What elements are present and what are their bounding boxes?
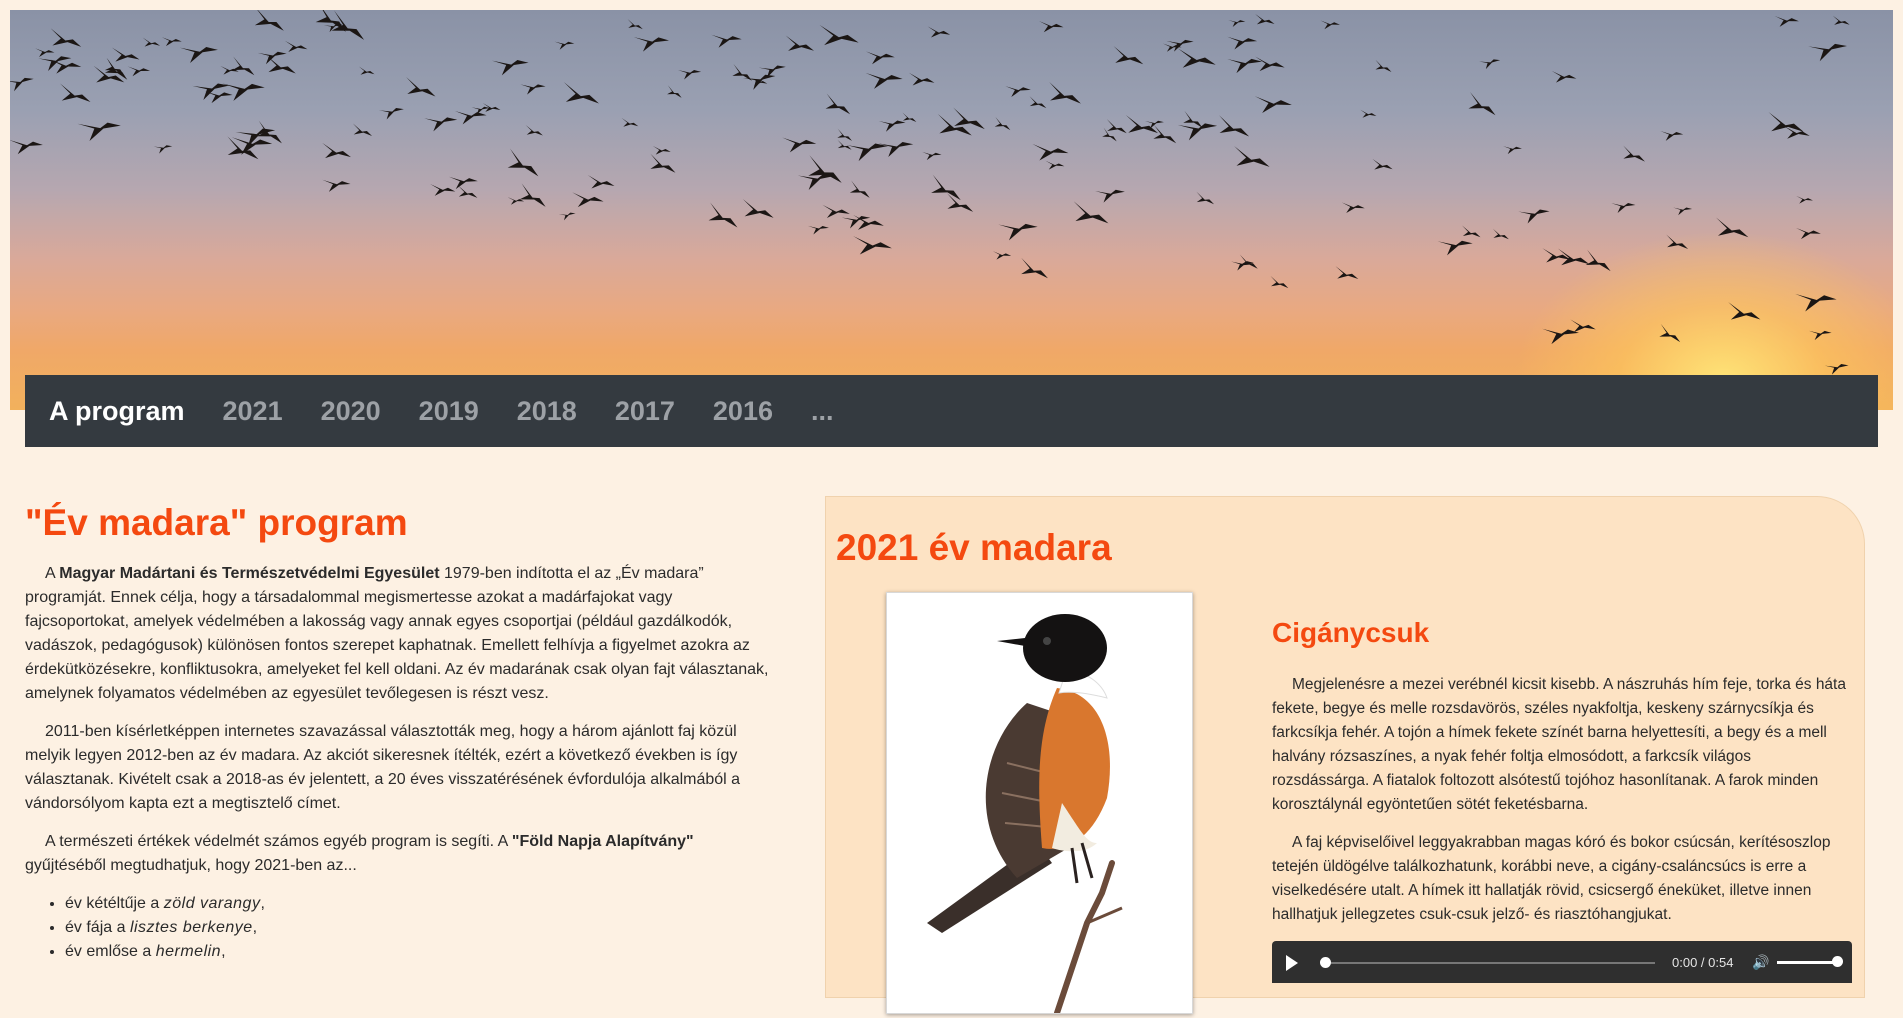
list-item-species: hermelin [155, 943, 222, 960]
species-description: Megjelenésre a mezei verébnél kicsit kis… [1272, 676, 1846, 813]
species-info: Cigánycsuk Megjelenésre a mezei verébnél… [1272, 617, 1847, 941]
bird-song-audio-player[interactable]: 0:00 / 0:54 🔊 [1272, 941, 1852, 983]
other-programs-paragraph: A természeti értékek védelmét számos egy… [25, 830, 770, 878]
list-item-species: zöld varangy [163, 895, 261, 912]
species-behaviour: A faj képviselőivel leggyakrabban magas … [1272, 834, 1831, 923]
bird-of-year-heading: 2021 év madara [836, 527, 1112, 568]
audio-progress-track[interactable] [1331, 962, 1655, 964]
list-item: év emlőse a hermelin, [65, 940, 770, 964]
page-title: "Év madara" program [25, 502, 408, 543]
species-name: Cigánycsuk [1272, 617, 1430, 648]
play-icon[interactable] [1286, 955, 1298, 971]
bird-illustration-card [886, 592, 1193, 1016]
foundation-name: "Föld Napja Alapítvány" [511, 833, 694, 850]
main-navbar: A program 2021 2020 2019 2018 2017 2016 … [25, 375, 1878, 447]
list-item-suffix: , [252, 919, 258, 936]
nav-item-more[interactable]: ... [792, 396, 853, 427]
p1-text-post: 1979-ben indította el az „Év madara” pro… [25, 565, 769, 702]
list-item: év kétéltűje a zöld varangy, [65, 892, 770, 916]
list-item-species: lisztes berkenye [129, 919, 253, 936]
list-item-prefix: év kétéltűje a [65, 895, 164, 912]
organization-name: Magyar Madártani és Természetvédelmi Egy… [59, 565, 440, 582]
list-item-suffix: , [260, 895, 265, 912]
intro-paragraph: A Magyar Madártani és Természetvédelmi E… [25, 562, 770, 706]
p3-text-post: gyűjtéséből megtudhatjuk, hogy 2021-ben … [25, 857, 357, 874]
audio-progress-handle[interactable] [1320, 957, 1331, 968]
nav-item-2019[interactable]: 2019 [400, 396, 498, 427]
vote-paragraph: 2011-ben kísérletképpen internetes szava… [25, 723, 741, 812]
header-banner-image [10, 10, 1893, 410]
nav-item-2021[interactable]: 2021 [204, 396, 302, 427]
nav-item-2018[interactable]: 2018 [498, 396, 596, 427]
audio-time: 0:00 / 0:54 [1672, 955, 1734, 970]
stonechat-illustration [927, 614, 1123, 1016]
nav-item-2020[interactable]: 2020 [302, 396, 400, 427]
nav-item-2017[interactable]: 2017 [596, 396, 694, 427]
year-species-list: év kétéltűje a zöld varangy, év fája a l… [25, 892, 770, 964]
volume-handle[interactable] [1832, 956, 1843, 967]
list-item-suffix: , [221, 943, 226, 960]
list-item-prefix: év emlőse a [65, 943, 156, 960]
bird-of-year-panel: 2021 év madara Cigánycsuk Megjelenésre a [825, 496, 1865, 1016]
volume-slider[interactable] [1777, 961, 1837, 964]
nav-item-a-program[interactable]: A program [25, 396, 204, 427]
p3-text-pre: A természeti értékek védelmét számos egy… [45, 833, 512, 850]
list-item: év fája a lisztes berkenye, [65, 916, 770, 940]
birds-silhouette [10, 10, 1850, 375]
list-item-prefix: év fája a [65, 919, 130, 936]
p1-text-pre: A [45, 565, 60, 582]
program-description: "Év madara" program A Magyar Madártani é… [25, 490, 770, 964]
nav-item-2016[interactable]: 2016 [694, 396, 792, 427]
